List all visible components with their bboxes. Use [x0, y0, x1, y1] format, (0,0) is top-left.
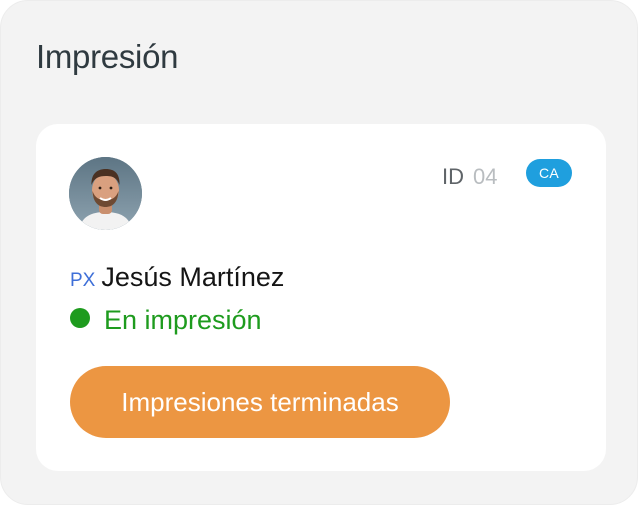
id-value: 04 [473, 164, 498, 189]
print-panel: Impresión ID 04 CA PX Jesús Martínez En … [0, 0, 638, 505]
card-id: ID 04 [442, 164, 497, 190]
person-avatar-icon [69, 157, 142, 230]
role-tag: PX [70, 270, 96, 291]
patient-name: Jesús Martínez [101, 262, 285, 292]
patient-card: ID 04 CA PX Jesús Martínez En impresión Im… [36, 124, 606, 471]
finished-prints-button[interactable]: Impresiones terminadas [70, 366, 450, 438]
panel-title: Impresión [36, 38, 179, 75]
avatar [69, 157, 142, 230]
ca-badge: CA [526, 159, 572, 187]
print-status: En impresión [70, 304, 262, 336]
id-label: ID [442, 164, 464, 189]
status-text: En impresión [104, 305, 262, 335]
patient-name-row: PX Jesús Martínez [70, 261, 284, 298]
status-dot-icon [70, 308, 90, 328]
